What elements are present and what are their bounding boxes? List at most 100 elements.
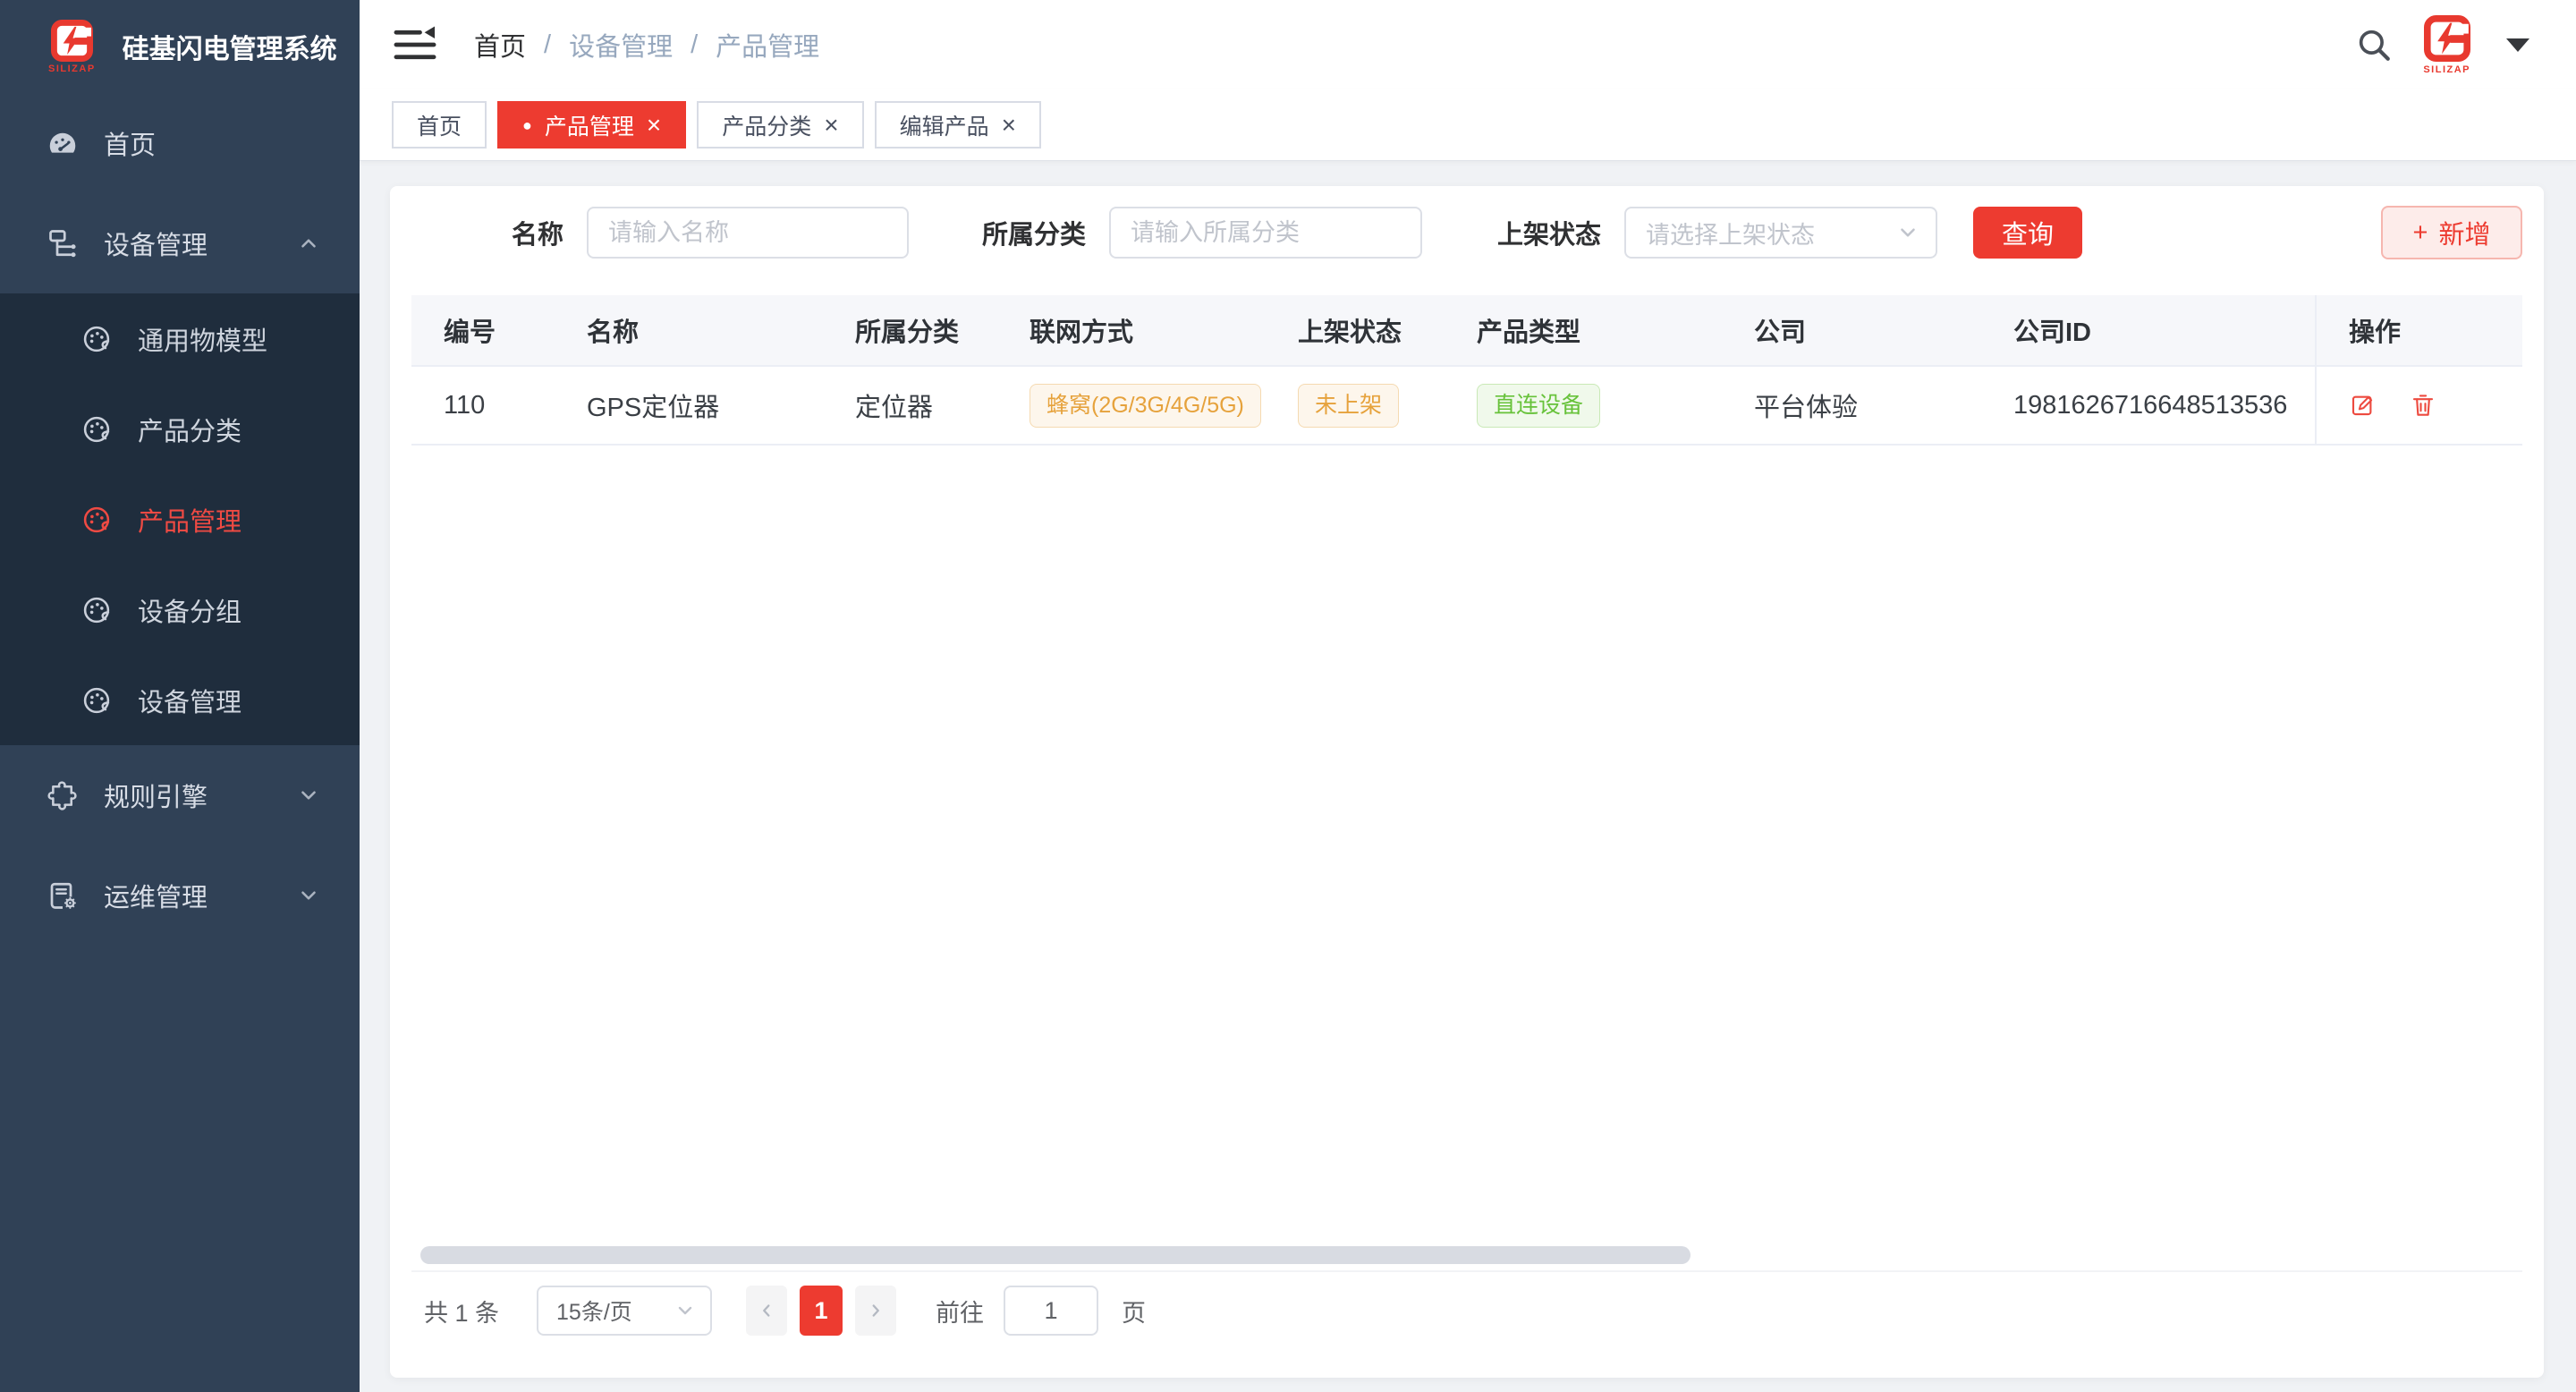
col-status: 上架状态 [1266,311,1445,349]
prev-page-button[interactable] [746,1286,787,1336]
page-word: 页 [1122,1294,1146,1328]
brand-text: SILIZAP [48,64,96,74]
col-name: 名称 [555,311,823,349]
sidebar-item-label: 首页 [104,124,156,162]
search-button[interactable]: 查询 [1973,207,2082,259]
breadcrumb: 首页 / 设备管理 / 产品管理 [474,26,819,64]
sidebar-item-product-category[interactable]: 产品分类 [0,384,360,474]
breadcrumb-separator: / [544,30,551,60]
search-icon[interactable] [2355,26,2393,64]
goto-label: 前往 [936,1294,984,1328]
tab-home[interactable]: 首页 [392,101,487,149]
palette-icon [80,323,113,355]
sidebar-item-label: 设备管理 [104,225,208,262]
cell-type: 直连设备 [1445,384,1722,428]
page-size-value: 15条/页 [556,1294,632,1327]
breadcrumb-device-management[interactable]: 设备管理 [569,26,673,64]
status-select[interactable]: 请选择上架状态 [1624,207,1937,259]
breadcrumb-product-management: 产品管理 [716,26,819,64]
close-icon[interactable]: × [647,113,661,138]
ops-icon [47,879,79,912]
page-size-select[interactable]: 15条/页 [537,1286,712,1336]
status-label: 上架状态 [1497,214,1601,251]
add-button[interactable]: + 新增 [2381,206,2522,259]
status-badge: 未上架 [1298,384,1399,428]
chevron-up-icon [297,232,320,255]
sidebar: SILIZAP 硅基闪电管理系统 首页 设备管理 通用物模型 产品分类 产品管理… [0,0,360,1392]
col-company: 公司 [1722,311,1981,349]
sidebar-item-product-management[interactable]: 产品管理 [0,474,360,564]
sidebar-item-thing-model[interactable]: 通用物模型 [0,293,360,384]
chevron-down-icon [1896,221,1919,244]
table-bottom-divider [411,1270,2522,1272]
cell-actions [2315,367,2522,444]
sidebar-item-rule-engine[interactable]: 规则引擎 [0,745,360,845]
horizontal-scrollbar[interactable] [420,1246,1690,1264]
table-row: 110 GPS定位器 定位器 蜂窝(2G/3G/4G/5G) 未上架 直连设备 … [411,367,2522,446]
col-network: 联网方式 [997,311,1266,349]
topbar-actions: SILIZAP [2355,15,2529,75]
tree-icon [47,227,79,259]
cell-company-id: 1981626716648513536 [1981,391,2315,420]
chevron-down-icon [297,784,320,807]
tab-edit-product[interactable]: 编辑产品 × [875,101,1041,149]
sidebar-item-device-mgmt-sub[interactable]: 设备管理 [0,655,360,745]
cell-network: 蜂窝(2G/3G/4G/5G) [997,384,1266,428]
sidebar-item-label: 设备分组 [138,591,242,629]
cell-name: GPS定位器 [555,386,823,424]
cell-status: 未上架 [1266,384,1445,428]
chevron-left-icon [757,1301,776,1320]
sidebar-item-label: 通用物模型 [138,320,267,358]
table-header: 编号 名称 所属分类 联网方式 上架状态 产品类型 公司 公司ID 操作 [411,295,2522,367]
device-management-submenu: 通用物模型 产品分类 产品管理 设备分组 设备管理 [0,293,360,745]
chevron-right-icon [866,1301,886,1320]
sidebar-logo[interactable]: SILIZAP 硅基闪电管理系统 [0,0,360,93]
edit-icon[interactable] [2349,392,2376,419]
sidebar-item-label: 运维管理 [104,877,208,914]
sidebar-fold-icon[interactable] [392,23,438,66]
name-label: 名称 [512,214,564,251]
product-card: 名称 所属分类 上架状态 请选择上架状态 查询 + 新增 编号 名称 所属分类 … [390,186,2544,1378]
current-page-button[interactable]: 1 [800,1286,843,1336]
product-table: 编号 名称 所属分类 联网方式 上架状态 产品类型 公司 公司ID 操作 110… [411,295,2522,446]
status-select-placeholder: 请选择上架状态 [1646,216,1815,250]
close-icon[interactable]: × [1002,113,1016,138]
user-dropdown-caret-icon[interactable] [2506,38,2529,52]
pagination: 共 1 条 15条/页 1 前往 页 [424,1285,1146,1337]
tab-label: 产品分类 [722,109,811,141]
next-page-button[interactable] [855,1286,896,1336]
filter-bar: 名称 所属分类 上架状态 请选择上架状态 查询 + 新增 [411,206,2522,259]
tags-view-bar: 首页 ● 产品管理 × 产品分类 × 编辑产品 × [360,89,2576,161]
chevron-down-icon [297,884,320,907]
user-logo[interactable]: SILIZAP [2423,15,2470,75]
sidebar-item-label: 规则引擎 [104,777,208,814]
app-title: 硅基闪电管理系统 [123,27,337,66]
category-input[interactable] [1109,207,1422,259]
sidebar-item-label: 设备管理 [138,682,242,719]
plus-icon: + [2413,218,2428,248]
tab-label: 产品管理 [545,109,634,141]
tab-product-category[interactable]: 产品分类 × [697,101,863,149]
col-id: 编号 [411,311,555,349]
cell-category: 定位器 [823,386,997,424]
delete-icon[interactable] [2410,392,2436,419]
sidebar-item-device-management[interactable]: 设备管理 [0,193,360,293]
name-input[interactable] [587,207,909,259]
col-company-id: 公司ID [1981,311,2315,349]
network-badge: 蜂窝(2G/3G/4G/5G) [1030,384,1261,428]
tab-product-management[interactable]: ● 产品管理 × [497,101,686,149]
sidebar-item-home[interactable]: 首页 [0,93,360,193]
chevron-down-icon [674,1300,696,1321]
close-icon[interactable]: × [824,113,838,138]
main-content: 名称 所属分类 上架状态 请选择上架状态 查询 + 新增 编号 名称 所属分类 … [360,162,2576,1392]
puzzle-icon [47,779,79,811]
col-category: 所属分类 [823,311,997,349]
palette-icon [80,684,113,717]
dashboard-icon [47,127,79,159]
goto-page-input[interactable] [1004,1286,1098,1336]
sidebar-item-label: 产品管理 [138,501,242,539]
breadcrumb-home[interactable]: 首页 [474,26,526,64]
active-dot-icon: ● [522,117,532,133]
sidebar-item-device-group[interactable]: 设备分组 [0,564,360,655]
sidebar-item-ops-management[interactable]: 运维管理 [0,845,360,946]
